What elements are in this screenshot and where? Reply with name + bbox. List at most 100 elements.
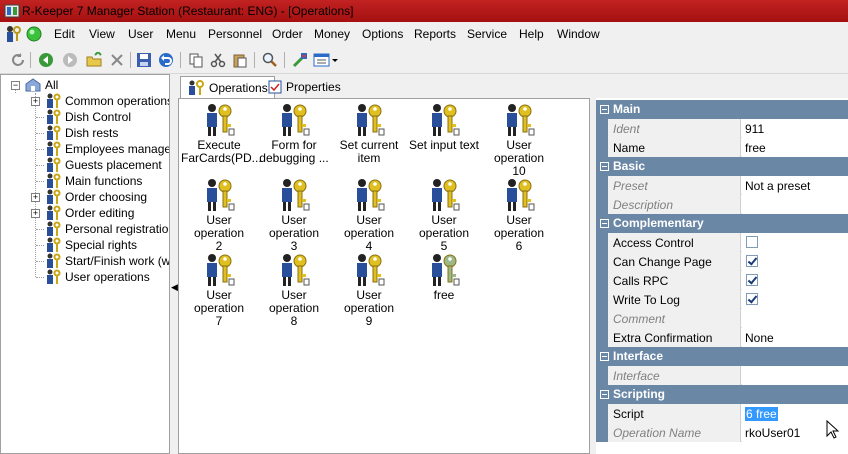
folder-up-icon[interactable] xyxy=(84,50,104,70)
property-value[interactable] xyxy=(742,252,848,271)
property-row[interactable]: Preset Not a preset xyxy=(596,176,848,195)
paste-icon[interactable] xyxy=(230,50,250,70)
copy-icon[interactable] xyxy=(186,50,206,70)
menu-personnel[interactable]: Personnel xyxy=(208,27,262,41)
category-complementary[interactable]: Complementary xyxy=(596,214,848,233)
tree-item-label: Order choosing xyxy=(65,190,148,204)
property-value[interactable] xyxy=(742,271,848,290)
operation-item[interactable]: free xyxy=(406,253,482,302)
menu-window[interactable]: Window xyxy=(557,27,600,41)
menu-order[interactable]: Order xyxy=(272,27,303,41)
tree-item-label: Main functions xyxy=(65,174,143,188)
view-mode-icon[interactable] xyxy=(312,50,340,70)
operation-item[interactable]: User operation 4 xyxy=(331,178,407,253)
operation-icon xyxy=(282,104,310,136)
property-row[interactable]: Ident 911 xyxy=(596,119,848,138)
property-row[interactable]: Comment xyxy=(596,309,848,328)
collapse-box-icon[interactable] xyxy=(600,162,609,171)
menu-service[interactable]: Service xyxy=(467,27,507,41)
menu-money[interactable]: Money xyxy=(314,27,350,41)
property-row[interactable]: Name free xyxy=(596,138,848,157)
operation-group-icon xyxy=(47,93,61,108)
expand-toggle[interactable]: + xyxy=(31,209,40,218)
property-row[interactable]: Extra Confirmation None xyxy=(596,328,848,347)
operation-item[interactable]: User operation 5 xyxy=(406,178,482,253)
undo-icon[interactable] xyxy=(156,50,176,70)
collapse-left-icon[interactable]: ◀ xyxy=(171,282,178,293)
operation-item[interactable]: User operation 7 xyxy=(181,253,257,328)
category-basic[interactable]: Basic xyxy=(596,157,848,176)
property-row[interactable]: Operation Name rkoUser01 xyxy=(596,423,848,442)
property-value[interactable]: free xyxy=(742,138,848,157)
menu-menu[interactable]: Menu xyxy=(166,27,196,41)
property-value: 911 xyxy=(742,119,848,138)
operation-item[interactable]: User operation 10 xyxy=(481,103,557,178)
refresh-icon[interactable] xyxy=(8,50,28,70)
property-row[interactable]: Interface xyxy=(596,366,848,385)
operation-item[interactable]: User operation 2 xyxy=(181,178,257,253)
tab-operations[interactable]: Operations xyxy=(180,76,275,98)
property-value[interactable] xyxy=(742,290,848,309)
operation-icon[interactable] xyxy=(4,25,22,43)
menu-view[interactable]: View xyxy=(89,27,115,41)
property-row[interactable]: Can Change Page xyxy=(596,252,848,271)
operation-item[interactable]: Set current item xyxy=(331,103,407,165)
category-scripting[interactable]: Scripting xyxy=(596,385,848,404)
status-green-icon[interactable] xyxy=(26,26,42,42)
property-row[interactable]: Description xyxy=(596,195,848,214)
property-name: Ident xyxy=(608,119,741,138)
category-main[interactable]: Main xyxy=(596,100,848,119)
save-icon[interactable] xyxy=(134,50,154,70)
property-checkbox[interactable] xyxy=(746,255,758,267)
tree-item-label: Guests placement xyxy=(65,158,162,172)
collapse-box-icon[interactable] xyxy=(600,219,609,228)
operation-item[interactable]: Execute FarCards(PD... xyxy=(181,103,262,165)
forward-icon[interactable] xyxy=(60,50,80,70)
expand-toggle[interactable]: + xyxy=(31,193,40,202)
property-row[interactable]: Access Control xyxy=(596,233,848,252)
tree-item-label: Order editing xyxy=(65,206,135,220)
menu-edit[interactable]: Edit xyxy=(54,27,75,41)
collapse-toggle[interactable]: − xyxy=(11,81,20,90)
property-checkbox[interactable] xyxy=(746,293,758,305)
property-value-text: 911 xyxy=(745,122,765,136)
property-checkbox[interactable] xyxy=(746,274,758,286)
property-value xyxy=(742,366,848,385)
collapse-box-icon[interactable] xyxy=(600,352,609,361)
toolbar-separator xyxy=(254,52,255,68)
tab-properties[interactable]: Properties xyxy=(262,76,347,98)
properties-tab-icon xyxy=(268,80,282,94)
operation-label: User operation 6 xyxy=(493,213,545,253)
operation-icon xyxy=(207,179,235,211)
operation-item[interactable]: Set input text xyxy=(406,103,482,152)
tree-item-label: Employees manageme xyxy=(65,142,170,156)
collapse-box-icon[interactable] xyxy=(600,390,609,399)
tree-item-label: Start/Finish work (writ xyxy=(65,254,170,268)
operation-item[interactable]: User operation 3 xyxy=(256,178,332,253)
delete-icon[interactable] xyxy=(107,50,127,70)
find-icon[interactable] xyxy=(260,50,280,70)
property-row[interactable]: Script 6 free xyxy=(596,404,848,423)
menu-user[interactable]: User xyxy=(128,27,153,41)
property-row[interactable]: Calls RPC xyxy=(596,271,848,290)
operation-item[interactable]: User operation 8 xyxy=(256,253,332,328)
property-row[interactable]: Write To Log xyxy=(596,290,848,309)
tree-splitter[interactable]: ◀ xyxy=(170,74,178,454)
collapse-box-icon[interactable] xyxy=(600,105,609,114)
back-icon[interactable] xyxy=(36,50,56,70)
operation-item[interactable]: User operation 6 xyxy=(481,178,557,253)
operation-item[interactable]: Form for debugging ... xyxy=(256,103,332,165)
cut-icon[interactable] xyxy=(208,50,228,70)
tools-icon[interactable] xyxy=(290,50,310,70)
category-interface[interactable]: Interface xyxy=(596,347,848,366)
expand-toggle[interactable]: + xyxy=(31,97,40,106)
operation-item[interactable]: User operation 9 xyxy=(331,253,407,328)
row-gutter xyxy=(596,423,608,442)
property-value[interactable] xyxy=(742,233,848,252)
menu-options[interactable]: Options xyxy=(362,27,403,41)
menu-help[interactable]: Help xyxy=(519,27,544,41)
property-value[interactable]: None xyxy=(742,328,848,347)
property-checkbox[interactable] xyxy=(746,236,758,248)
menu-reports[interactable]: Reports xyxy=(414,27,456,41)
category-title: Main xyxy=(613,102,641,116)
